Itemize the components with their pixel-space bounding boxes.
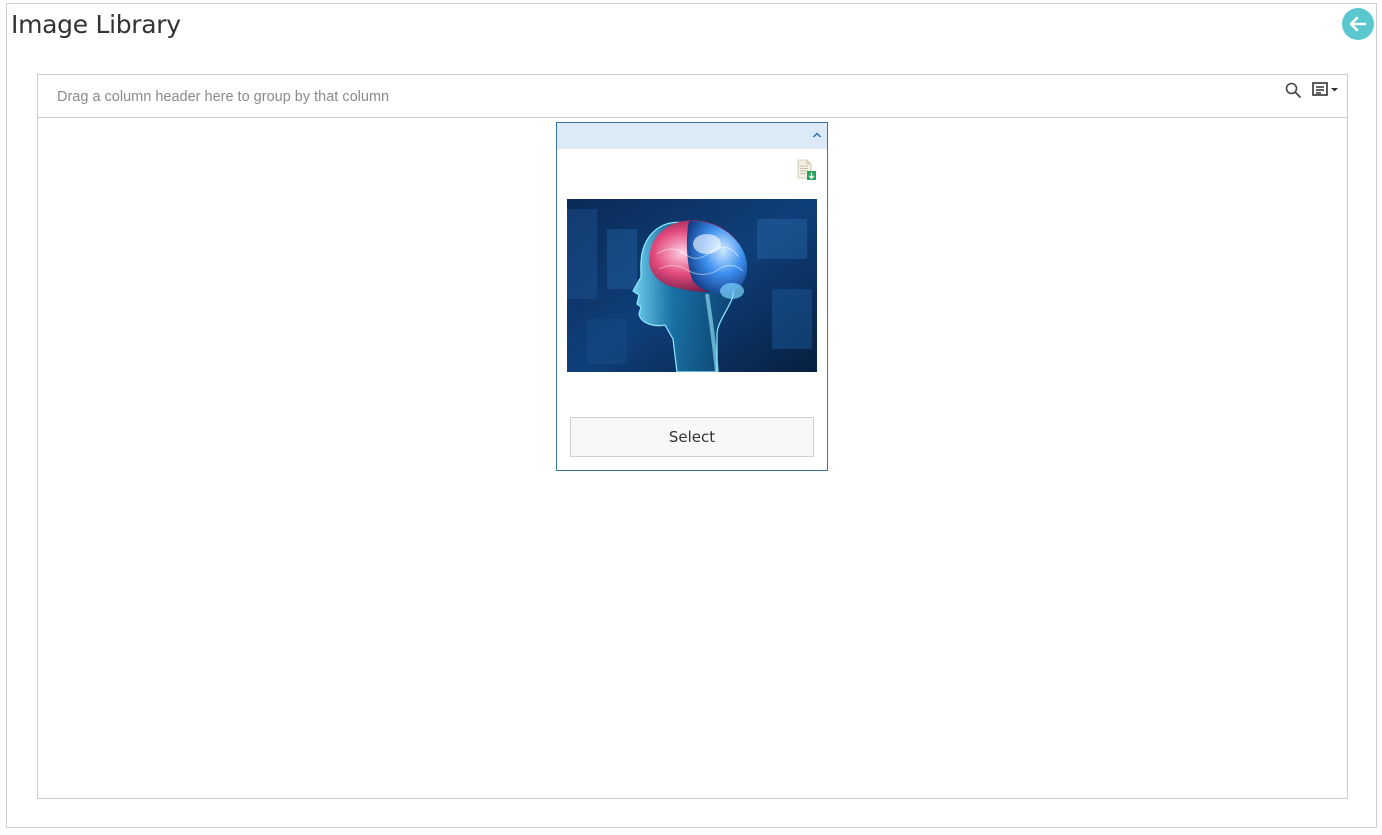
- image-card[interactable]: Select: [556, 122, 828, 471]
- group-panel[interactable]: Drag a column header here to group by th…: [38, 75, 1347, 118]
- group-panel-hint: Drag a column header here to group by th…: [57, 89, 390, 105]
- chevron-up-icon[interactable]: [811, 129, 823, 141]
- back-button[interactable]: [1342, 8, 1374, 40]
- card-thumbnail-image: [567, 199, 817, 372]
- column-chooser-icon[interactable]: [1312, 81, 1342, 99]
- card-header: [557, 123, 827, 149]
- image-grid: Drag a column header here to group by th…: [37, 74, 1348, 799]
- arrow-left-icon: [1349, 16, 1367, 32]
- file-download-icon[interactable]: [796, 159, 818, 181]
- search-icon[interactable]: [1284, 81, 1302, 99]
- page-title: Image Library: [11, 10, 181, 39]
- select-button[interactable]: Select: [570, 417, 814, 457]
